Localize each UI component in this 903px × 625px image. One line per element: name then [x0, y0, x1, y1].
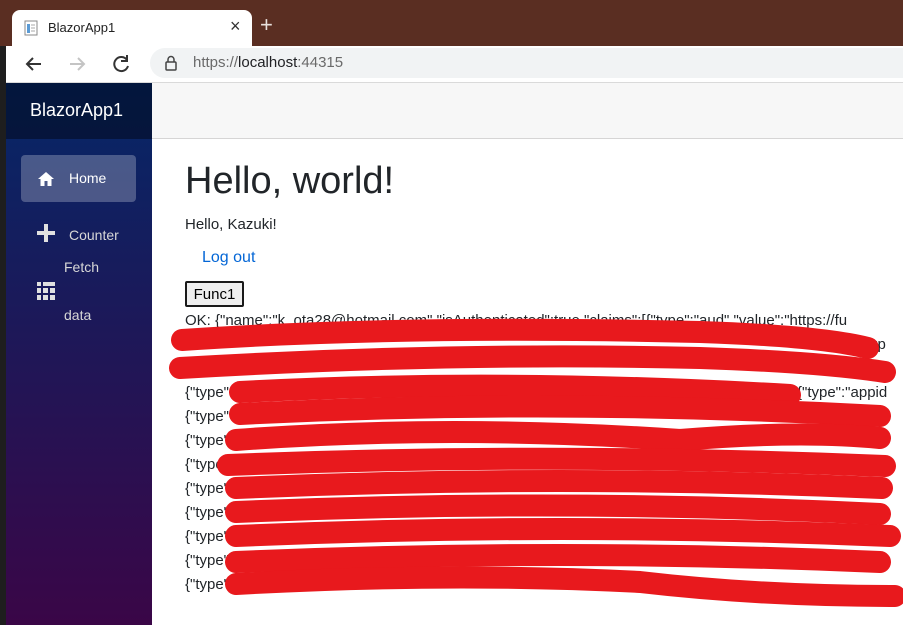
redaction-marks	[169, 318, 903, 607]
